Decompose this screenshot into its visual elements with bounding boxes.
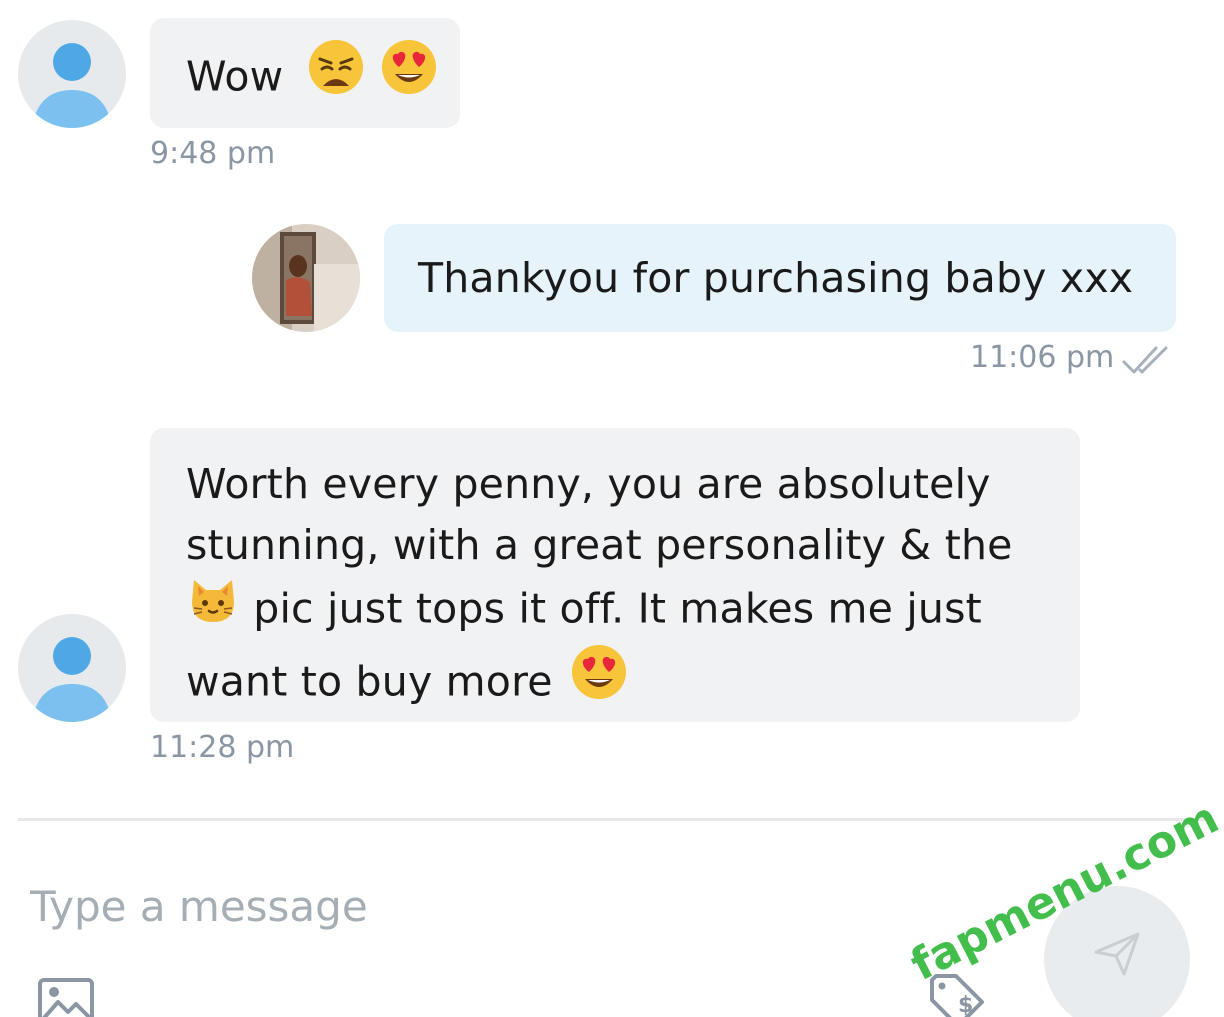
sender-avatar-photo[interactable] bbox=[252, 224, 360, 332]
user-avatar[interactable] bbox=[18, 614, 126, 722]
heart-eyes-emoji bbox=[380, 38, 438, 113]
message-bubble-incoming[interactable]: Wow bbox=[150, 18, 460, 128]
message-line: Worth every penny, you are absolutely bbox=[186, 460, 991, 508]
message-bubble-incoming[interactable]: Worth every penny, you are absolutely st… bbox=[150, 428, 1080, 722]
default-user-icon bbox=[32, 43, 112, 128]
message-timestamp: 11:28 pm bbox=[150, 730, 295, 765]
message-text: Wow bbox=[186, 52, 284, 101]
default-user-icon bbox=[32, 637, 112, 722]
message-text: Thankyou for purchasing baby xxx bbox=[418, 254, 1134, 302]
message-line: want to buy more bbox=[186, 657, 566, 706]
user-avatar[interactable] bbox=[18, 20, 126, 128]
profile-photo-icon bbox=[252, 224, 360, 332]
composer-divider bbox=[18, 818, 1208, 821]
message-line: pic just tops it off. It makes me just bbox=[240, 584, 982, 633]
heart-eyes-emoji bbox=[570, 643, 628, 718]
message-timestamp: 11:06 pm bbox=[970, 340, 1115, 375]
cat-face-emoji bbox=[186, 572, 240, 643]
chat-screen: Wow 9:48 pm Thankyou for purchasing baby… bbox=[0, 0, 1224, 1017]
message-line: stunning, with a great personality & the bbox=[186, 521, 1013, 569]
image-icon[interactable] bbox=[38, 978, 94, 1017]
weary-face-emoji bbox=[307, 38, 365, 113]
message-timestamp: 9:48 pm bbox=[150, 136, 276, 171]
message-text: Worth every penny, you are absolutely st… bbox=[186, 454, 1013, 722]
send-icon bbox=[1092, 928, 1142, 982]
read-double-check-icon bbox=[1122, 344, 1178, 380]
svg-text:$: $ bbox=[958, 993, 973, 1017]
message-bubble-outgoing[interactable]: Thankyou for purchasing baby xxx bbox=[384, 224, 1176, 332]
message-input[interactable] bbox=[30, 876, 890, 936]
